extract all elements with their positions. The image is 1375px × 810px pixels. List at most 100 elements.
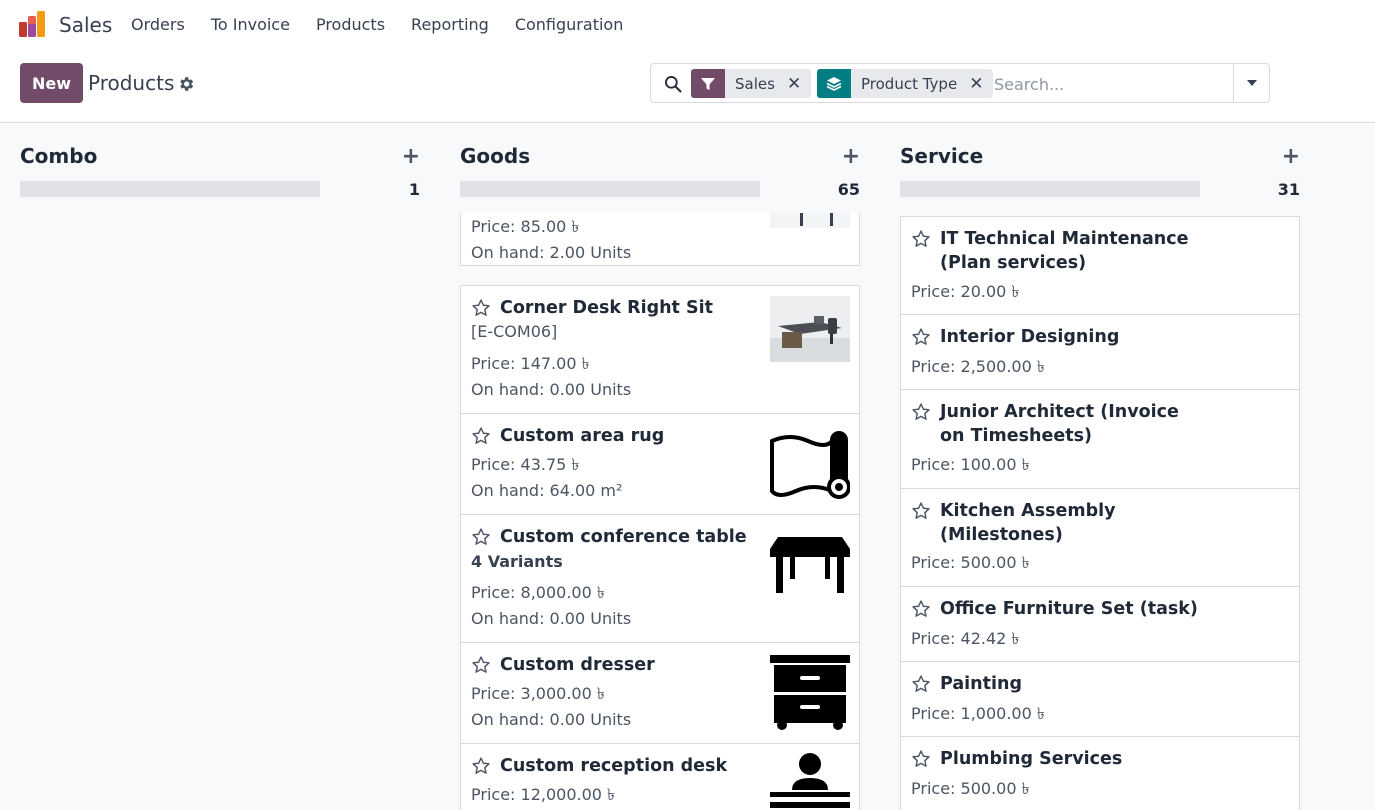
layers-icon	[817, 69, 851, 98]
kanban-column-combo: Combo + 1	[20, 124, 420, 810]
main-menu: Orders To Invoice Products Reporting Con…	[131, 15, 649, 34]
product-name: Corner Desk Right Sit	[500, 298, 713, 318]
star-icon[interactable]	[471, 527, 491, 547]
quick-create-button[interactable]: +	[1282, 144, 1300, 169]
column-count: 1	[408, 180, 420, 199]
facet-label: Product Type	[861, 74, 958, 93]
product-price: Price: 500.00 ৳	[911, 553, 1030, 572]
kanban-card[interactable]: Corner Desk Right Sit [E-COM06] Price: 1…	[460, 285, 860, 414]
product-name: Custom area rug	[500, 426, 665, 446]
caret-down-icon	[1246, 80, 1257, 86]
menu-products[interactable]: Products	[316, 15, 385, 34]
gear-icon[interactable]	[177, 75, 195, 93]
table-icon	[770, 537, 850, 593]
product-name: Kitchen Assembly (Milestones)	[940, 501, 1116, 545]
reception-desk-icon	[770, 753, 850, 808]
product-price: Price: 500.00 ৳	[911, 779, 1030, 798]
product-onhand: On hand: 2.00 Units	[471, 243, 632, 262]
office-desk-photo	[770, 213, 850, 228]
star-icon[interactable]	[911, 229, 931, 249]
facet-remove-button[interactable]: ✕	[965, 74, 993, 94]
star-icon[interactable]	[911, 501, 931, 521]
kanban-column-goods: Goods + 65 Price: 85.00 ৳ On hand: 2.00 …	[460, 124, 860, 810]
kanban-card[interactable]: Office Furniture Set (task) Price: 42.42…	[900, 586, 1300, 662]
quick-create-button[interactable]: +	[842, 144, 860, 169]
kanban-card[interactable]: Price: 85.00 ৳ On hand: 2.00 Units	[460, 213, 860, 266]
star-icon[interactable]	[471, 655, 491, 675]
product-name: Plumbing Services	[940, 749, 1123, 769]
menu-to-invoice[interactable]: To Invoice	[211, 15, 290, 34]
search-bar: Sales ✕ Product Type ✕	[650, 63, 1270, 103]
star-icon[interactable]	[911, 749, 931, 769]
column-title[interactable]: Service	[900, 144, 983, 168]
product-name: Interior Designing	[940, 327, 1120, 347]
filter-icon	[691, 69, 725, 98]
product-price: Price: 42.42 ৳	[911, 629, 1020, 648]
new-button[interactable]: New	[20, 63, 83, 103]
column-cards: Price: 85.00 ৳ On hand: 2.00 Units Corne…	[460, 213, 860, 810]
menu-reporting[interactable]: Reporting	[411, 15, 489, 34]
facet-sales-filter: Sales ✕	[691, 69, 812, 98]
facet-remove-button[interactable]: ✕	[783, 74, 811, 94]
dresser-icon	[770, 655, 850, 730]
search-options-toggle[interactable]	[1233, 64, 1269, 102]
product-name: IT Technical Maintenance (Plan services)	[940, 229, 1189, 273]
star-icon[interactable]	[471, 756, 491, 776]
breadcrumb-title: Products	[88, 71, 175, 95]
kanban-column-service: Service + 31 IT Technical Maintenance (P…	[900, 124, 1300, 810]
column-progress-bar[interactable]	[460, 181, 760, 197]
star-icon[interactable]	[911, 599, 931, 619]
app-name[interactable]: Sales	[59, 13, 112, 37]
kanban-card[interactable]: Plumbing Services Price: 500.00 ৳	[900, 736, 1300, 810]
star-icon[interactable]	[911, 674, 931, 694]
column-title[interactable]: Combo	[20, 144, 97, 168]
kanban-card[interactable]: Custom area rug Price: 43.75 ৳ On hand: …	[460, 413, 860, 515]
product-onhand: On hand: 64.00 m²	[471, 481, 623, 500]
search-icon[interactable]	[663, 74, 683, 94]
product-price: Price: 147.00 ৳	[471, 354, 590, 373]
control-panel: New Products Sales ✕ Product Type ✕ Sear…	[0, 50, 1375, 123]
kanban-view: Combo + 1 Goods + 65 Price: 85.00 ৳ On h…	[0, 124, 1375, 810]
menu-orders[interactable]: Orders	[131, 15, 185, 34]
column-cards: IT Technical Maintenance (Plan services)…	[900, 213, 1300, 810]
quick-create-button[interactable]: +	[402, 144, 420, 169]
product-onhand: On hand: 0.00 Units	[471, 380, 632, 399]
star-icon[interactable]	[911, 327, 931, 347]
kanban-card[interactable]: Interior Designing Price: 2,500.00 ৳	[900, 314, 1300, 390]
product-price: Price: 2,500.00 ৳	[911, 357, 1045, 376]
kanban-card[interactable]: Custom reception desk Price: 12,000.00 ৳	[460, 743, 860, 810]
menu-configuration[interactable]: Configuration	[515, 15, 624, 34]
kanban-card[interactable]: IT Technical Maintenance (Plan services)…	[900, 216, 1300, 315]
kanban-card[interactable]: Custom dresser Price: 3,000.00 ৳ On hand…	[460, 642, 860, 744]
product-onhand: On hand: 0.00 Units	[471, 609, 632, 628]
rug-icon	[770, 431, 850, 499]
product-name: Painting	[940, 674, 1022, 694]
product-name: Office Furniture Set (task)	[940, 599, 1198, 619]
facet-product-type-groupby: Product Type ✕	[817, 69, 994, 98]
column-progress-bar[interactable]	[20, 181, 320, 197]
product-name: Junior Architect (Invoice on Timesheets)	[940, 402, 1179, 446]
product-name: Custom conference table	[500, 527, 747, 547]
corner-desk-photo	[770, 296, 850, 362]
kanban-card[interactable]: Junior Architect (Invoice on Timesheets)…	[900, 389, 1300, 489]
product-price: Price: 85.00 ৳	[471, 217, 580, 236]
column-count: 31	[1277, 180, 1300, 199]
product-variants: 4 Variants	[471, 552, 563, 571]
product-price: Price: 8,000.00 ৳	[471, 583, 605, 602]
product-onhand: On hand: 0.00 Units	[471, 710, 632, 729]
column-count: 65	[837, 180, 860, 199]
product-price: Price: 20.00 ৳	[911, 282, 1020, 301]
column-progress-bar[interactable]	[900, 181, 1200, 197]
kanban-card[interactable]: Painting Price: 1,000.00 ৳	[900, 661, 1300, 737]
column-title[interactable]: Goods	[460, 144, 530, 168]
search-input[interactable]	[994, 72, 1229, 96]
star-icon[interactable]	[471, 426, 491, 446]
product-name: Custom dresser	[500, 655, 655, 675]
sales-app-logo[interactable]	[18, 10, 46, 38]
product-reference: [E-COM06]	[471, 322, 558, 341]
kanban-card[interactable]: Kitchen Assembly (Milestones) Price: 500…	[900, 488, 1300, 587]
star-icon[interactable]	[471, 298, 491, 318]
kanban-card[interactable]: Custom conference table 4 Variants Price…	[460, 514, 860, 643]
product-price: Price: 100.00 ৳	[911, 455, 1030, 474]
star-icon[interactable]	[911, 402, 931, 422]
